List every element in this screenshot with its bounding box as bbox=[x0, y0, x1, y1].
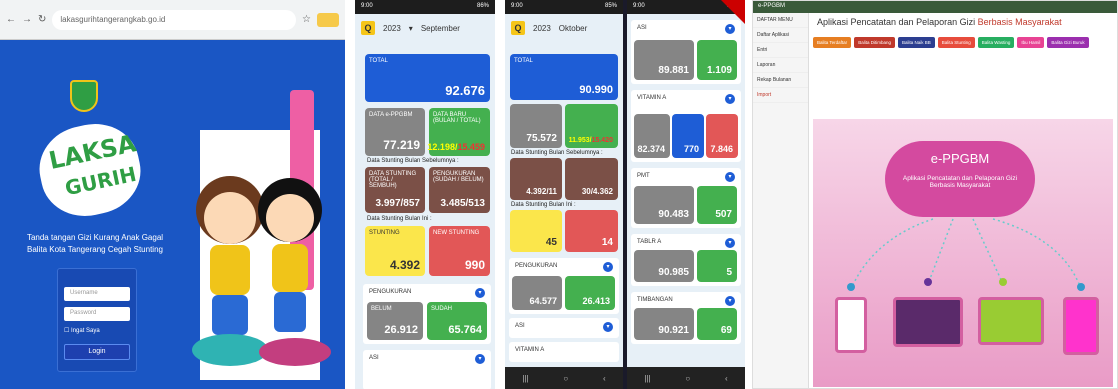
eppgbm-card: 75.572 bbox=[510, 104, 562, 148]
status-bar: 9:00 85% bbox=[505, 0, 623, 14]
laksa-gurih-logo: LAKSA GURIH bbox=[31, 115, 149, 225]
chip-button[interactable]: Balita Terdaftar bbox=[813, 37, 852, 48]
children-illustration bbox=[192, 90, 331, 380]
search-icon[interactable]: Q bbox=[361, 21, 375, 35]
chip-button[interactable]: Balita Gizi Buruk bbox=[1047, 37, 1089, 48]
pengukuran-accordion[interactable]: PENGUKURAN ▾ 64.577 26.413 bbox=[509, 258, 619, 314]
dashboard-oktober: 9:00 85% Q 2023 Oktober TOTAL 90.990 75.57… bbox=[505, 0, 745, 389]
vitamin-accordion[interactable]: VITAMIN A bbox=[509, 342, 619, 362]
phone-icon bbox=[835, 297, 867, 353]
stunting-total-card: 4.392/11 bbox=[510, 158, 562, 200]
brand-label[interactable]: e-PPGBM bbox=[758, 3, 785, 9]
total-card: TOTAL 92.676 bbox=[365, 54, 490, 102]
sidebar: DAFTAR MENU Daftar Aplikasi Entri Lapora… bbox=[753, 13, 809, 388]
login-screenshot: ← → ↻ lakasgurihtangerangkab.go.id ☆ LAK… bbox=[0, 0, 345, 389]
tablet-icon bbox=[1063, 297, 1099, 355]
chevron-down-icon: ▾ bbox=[408, 23, 413, 33]
page-title: Aplikasi Pencatatan dan Pelaporan Gizi B… bbox=[817, 17, 1062, 27]
pengukuran-card: PENGUKURAN (SUDAH / BELUM) 3.485/513 bbox=[429, 167, 490, 213]
asi-accordion[interactable]: ASI ▾ 89.881 1.109 bbox=[631, 20, 741, 84]
asi-accordion[interactable]: ASI ▾ bbox=[509, 318, 619, 338]
new-stunting-card: 14 bbox=[565, 210, 618, 252]
chip-button[interactable]: Balita Naik BB bbox=[897, 37, 935, 48]
pengukuran-accordion[interactable]: PENGUKURAN ▾ BELUM 26.912 SUDAH 65.764 bbox=[363, 284, 491, 344]
reload-icon[interactable]: ↻ bbox=[38, 14, 46, 25]
app-header: e-PPGBM bbox=[753, 1, 1117, 13]
sidebar-item-rekap[interactable]: Rekap Bulanan bbox=[753, 73, 808, 88]
star-icon[interactable]: ☆ bbox=[302, 14, 311, 25]
android-nav-bar[interactable]: ||| ○ ‹ bbox=[627, 367, 745, 389]
sidebar-item-daftar[interactable]: Daftar Aplikasi bbox=[753, 28, 808, 43]
search-icon[interactable]: Q bbox=[511, 21, 525, 35]
data-baru-card: 11.953/15.420 bbox=[565, 104, 618, 148]
data-baru-card: DATA BARU (BULAN / TOTAL) 12.198/15.459 bbox=[427, 108, 490, 156]
hero-banner: e-PPGBM Aplikasi Pencatatan dan Pelapora… bbox=[813, 119, 1113, 387]
login-button[interactable]: Login bbox=[64, 344, 130, 360]
month-select[interactable]: Oktober bbox=[559, 24, 587, 33]
month-select[interactable]: September bbox=[421, 24, 460, 33]
regency-crest-icon bbox=[70, 80, 98, 112]
chevron-down-icon: ▾ bbox=[475, 354, 485, 364]
remember-label: Ingat Saya bbox=[71, 328, 100, 334]
year-select[interactable]: 2023 bbox=[533, 24, 551, 33]
stunting-card: 45 bbox=[510, 210, 562, 252]
chip-button[interactable]: Balita Wasting bbox=[977, 37, 1015, 48]
chip-row: Balita Terdaftar Balita Ditimbang Balita… bbox=[813, 37, 1113, 48]
pmt-accordion[interactable]: PMT ▾ 90.483 507 bbox=[631, 168, 741, 228]
android-nav-bar[interactable]: ||| ○ ‹ bbox=[505, 367, 623, 389]
stunting-card: STUNTING 4.392 bbox=[365, 226, 425, 276]
laptop-icon bbox=[893, 297, 963, 347]
filter-bar: Q 2023 Oktober bbox=[505, 14, 623, 42]
password-input[interactable]: Password bbox=[64, 307, 130, 321]
eppgbm-card: DATA e-PPGBM 77.219 bbox=[365, 108, 425, 156]
chip-button[interactable]: Balita Ditimbang bbox=[854, 37, 895, 48]
corner-ribbon bbox=[721, 0, 745, 24]
stunting-total-card: DATA STUNTING (TOTAL / SEMBUH) 3.997/857 bbox=[365, 167, 425, 213]
previous-month-heading: Data Stunting Bulan Sebelumnya : bbox=[367, 158, 459, 164]
dashboard-september: 9:00 86% Q 2023 ▾ September TOTAL 92.676 D… bbox=[355, 0, 495, 389]
remember-checkbox[interactable]: ☐ Ingat Saya bbox=[64, 327, 130, 334]
username-input[interactable]: Username bbox=[64, 287, 130, 301]
sidebar-item-entri[interactable]: Entri bbox=[753, 43, 808, 58]
pengukuran-card: 30/4.362 bbox=[565, 158, 618, 200]
asi-accordion[interactable]: ASI ▾ bbox=[363, 350, 491, 389]
back-icon[interactable]: ← bbox=[6, 14, 16, 25]
total-card: TOTAL 90.990 bbox=[510, 54, 618, 100]
phone-details: 9:00 85% ASI ▾ 89.881 1.109 VITAMIN A ▾ 82.… bbox=[627, 0, 745, 389]
filter-bar: Q 2023 ▾ September bbox=[355, 14, 495, 42]
chip-button[interactable]: Balita Stunting bbox=[937, 37, 975, 48]
sidebar-item-import[interactable]: Import bbox=[753, 88, 808, 103]
current-month-heading: Data Stunting Bulan Ini : bbox=[367, 216, 432, 222]
monitor-icon bbox=[978, 297, 1044, 345]
tablet-accordion[interactable]: TABLR A ▾ 90.985 5 bbox=[631, 234, 741, 286]
address-bar[interactable]: lakasgurihtangerangkab.go.id bbox=[52, 9, 297, 30]
chip-button[interactable]: Ibu Hamil bbox=[1017, 37, 1045, 48]
chevron-down-icon: ▾ bbox=[475, 288, 485, 298]
browser-toolbar: ← → ↻ lakasgurihtangerangkab.go.id ☆ bbox=[0, 0, 345, 40]
phone-oktober: 9:00 85% Q 2023 Oktober TOTAL 90.990 75.57… bbox=[505, 0, 623, 389]
timbangan-accordion[interactable]: TIMBANGAN ▾ 90.921 69 bbox=[631, 292, 741, 344]
tagline: Tanda tangan Gizi Kurang Anak Gagal Bali… bbox=[26, 233, 164, 254]
login-form: Username Password ☐ Ingat Saya Login bbox=[57, 268, 137, 372]
eppgbm-web: e-PPGBM DAFTAR MENU Daftar Aplikasi Entr… bbox=[752, 0, 1118, 389]
new-stunting-card: NEW STUNTING 990 bbox=[429, 226, 490, 276]
sidebar-heading: DAFTAR MENU bbox=[753, 13, 808, 28]
forward-icon[interactable]: → bbox=[22, 14, 32, 25]
year-select[interactable]: 2023 bbox=[383, 24, 401, 33]
sidebar-item-laporan[interactable]: Laporan bbox=[753, 58, 808, 73]
profile-button[interactable] bbox=[317, 12, 339, 27]
status-bar: 9:00 86% bbox=[355, 0, 495, 14]
vitamin-accordion[interactable]: VITAMIN A ▾ 82.374 770 7.846 bbox=[631, 90, 741, 162]
